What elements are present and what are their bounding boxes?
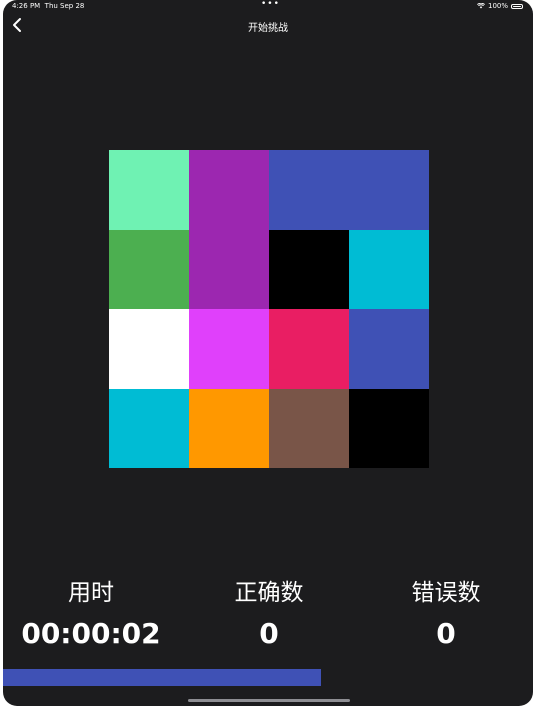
puzzle-grid — [109, 150, 429, 468]
navigation-bar: 开始挑战 — [3, 12, 533, 38]
page-title: 开始挑战 — [248, 23, 288, 34]
tile-purple[interactable] — [189, 150, 269, 309]
time-progress-fill — [3, 669, 321, 686]
time-progress-bar — [3, 669, 533, 686]
tile-brown[interactable] — [269, 389, 349, 468]
elapsed-time-value: 00:00:02 — [21, 617, 161, 650]
battery-percent: 100% — [487, 2, 508, 10]
tile-magenta[interactable] — [189, 309, 269, 389]
tile-green[interactable] — [109, 230, 189, 309]
correct-count-label: 正确数 — [234, 580, 304, 606]
stats-panel: 用时 00:00:02 正确数 0 错误数 0 — [3, 578, 533, 658]
elapsed-time-stat: 用时 00:00:02 — [11, 578, 171, 652]
tile-indigo-wide[interactable] — [269, 150, 429, 230]
app-screen: 4:26 PM Thu Sep 28 ••• 100% 开始挑战 用时 00:0… — [3, 0, 533, 706]
status-date: Thu Sep 28 — [44, 2, 85, 10]
status-indicators: 100% — [476, 2, 523, 10]
tile-pink[interactable] — [269, 309, 349, 389]
tile-black-top[interactable] — [269, 230, 349, 309]
wrong-count-value: 0 — [436, 617, 456, 650]
wrong-count-stat: 错误数 0 — [366, 578, 526, 652]
wifi-icon — [476, 3, 485, 9]
tile-indigo[interactable] — [349, 309, 429, 389]
correct-count-stat: 正确数 0 — [189, 578, 349, 652]
elapsed-time-label: 用时 — [68, 580, 114, 606]
home-indicator[interactable] — [188, 699, 350, 702]
wrong-count-label: 错误数 — [411, 580, 481, 606]
correct-count-value: 0 — [259, 617, 279, 650]
multitask-dots[interactable]: ••• — [261, 0, 280, 9]
tile-cyan-bottom[interactable] — [109, 389, 189, 468]
status-clock: 4:26 PM — [12, 2, 41, 10]
tile-black-bottom[interactable] — [349, 389, 429, 468]
status-bar: 4:26 PM Thu Sep 28 ••• 100% — [3, 0, 533, 12]
tile-orange[interactable] — [189, 389, 269, 468]
tile-mint[interactable] — [109, 150, 189, 230]
tile-cyan-top[interactable] — [349, 230, 429, 309]
tile-white[interactable] — [109, 309, 189, 389]
battery-icon — [511, 3, 523, 9]
status-time: 4:26 PM Thu Sep 28 — [12, 2, 84, 10]
